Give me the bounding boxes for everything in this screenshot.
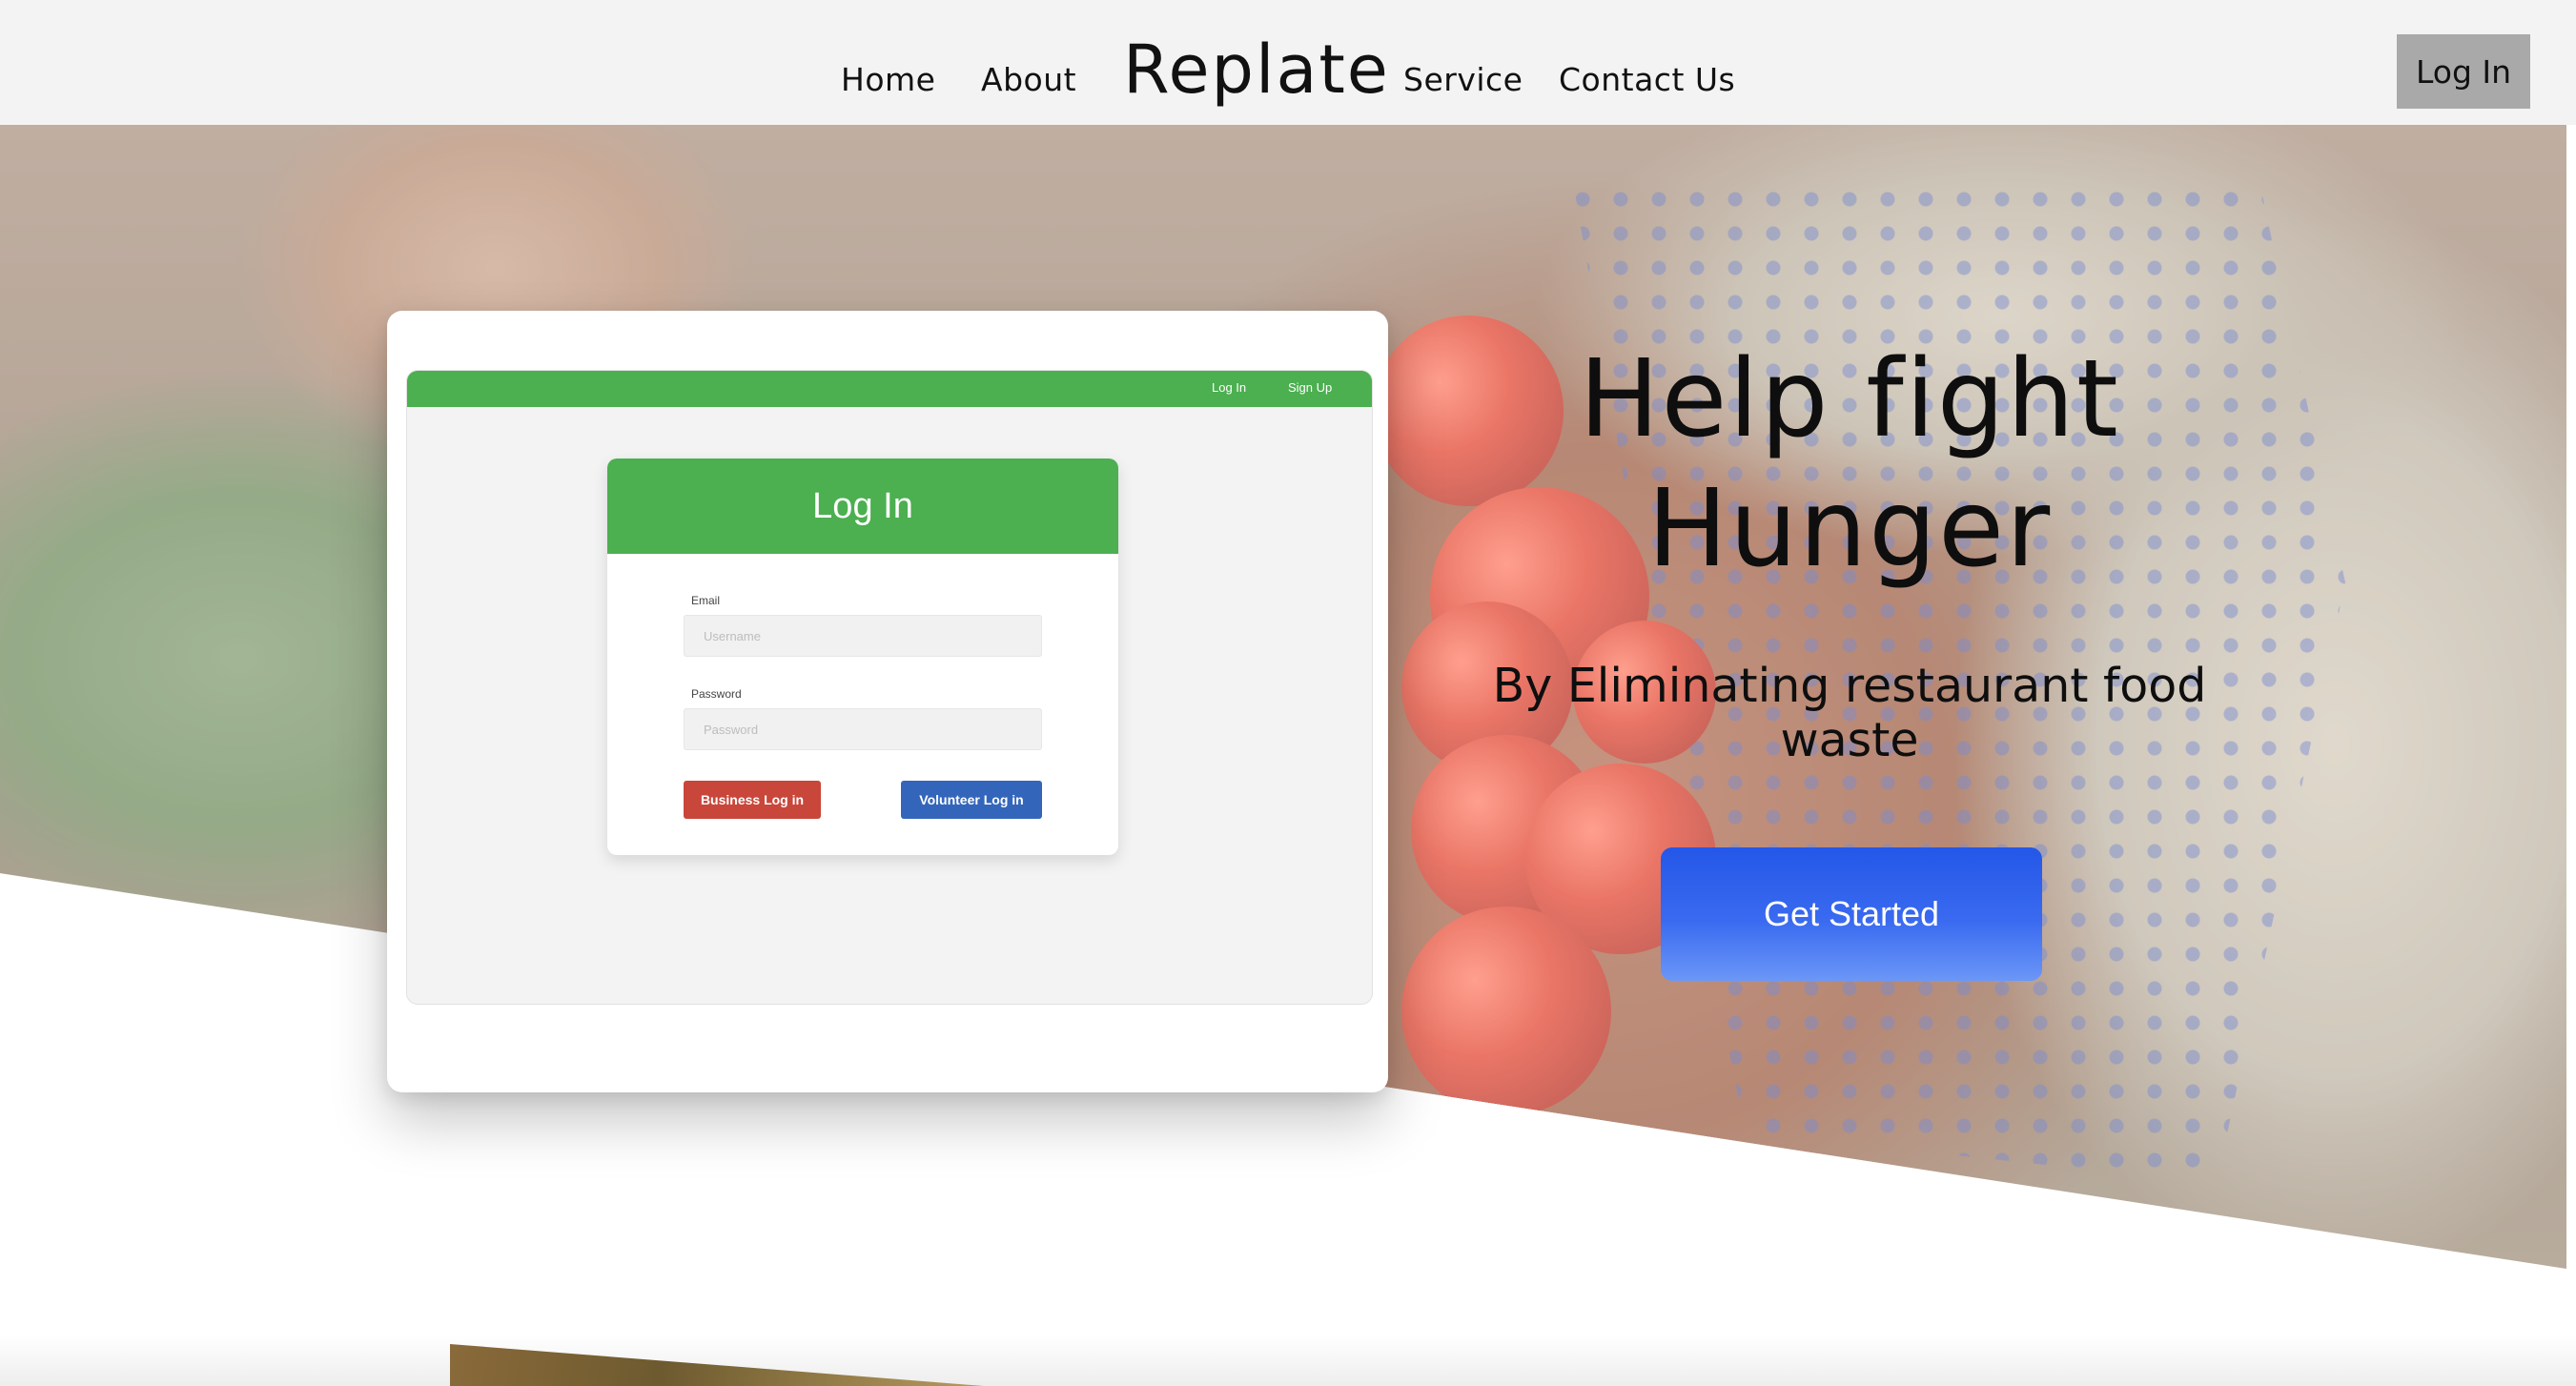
preview-email-label: Email — [691, 594, 721, 607]
section-divider — [0, 1335, 2576, 1386]
nav-home-link[interactable]: Home — [841, 61, 935, 98]
top-nav: Home About Replate Service Contact Us Lo… — [0, 0, 2576, 125]
login-button[interactable]: Log In — [2397, 34, 2530, 109]
preview-email-input — [684, 615, 1042, 657]
preview-login-title: Log In — [607, 459, 1118, 554]
brand-logo[interactable]: Replate — [1123, 31, 1390, 109]
preview-volunteer-login-button: Volunteer Log in — [901, 781, 1042, 819]
nav-service-link[interactable]: Service — [1403, 61, 1523, 98]
preview-login-form: Log In Email Password Business Log in Vo… — [607, 459, 1118, 855]
preview-password-label: Password — [691, 687, 742, 701]
preview-login-link: Log In — [1212, 380, 1247, 395]
preview-business-login-button: Business Log in — [684, 781, 821, 819]
hero-subtitle: By Eliminating restaurant food waste — [1492, 659, 2207, 767]
app-preview-screen: Log In Sign Up Log In Email Password Bus… — [406, 370, 1373, 1005]
nav-contact-link[interactable]: Contact Us — [1559, 61, 1735, 98]
app-preview-card: Log In Sign Up Log In Email Password Bus… — [387, 311, 1388, 1092]
nav-about-link[interactable]: About — [981, 61, 1076, 98]
get-started-button[interactable]: Get Started — [1661, 847, 2042, 981]
hero-title: Help fight Hunger — [1579, 337, 2120, 591]
preview-password-input — [684, 708, 1042, 750]
preview-signup-link: Sign Up — [1288, 380, 1333, 395]
preview-navbar: Log In Sign Up — [407, 371, 1372, 407]
